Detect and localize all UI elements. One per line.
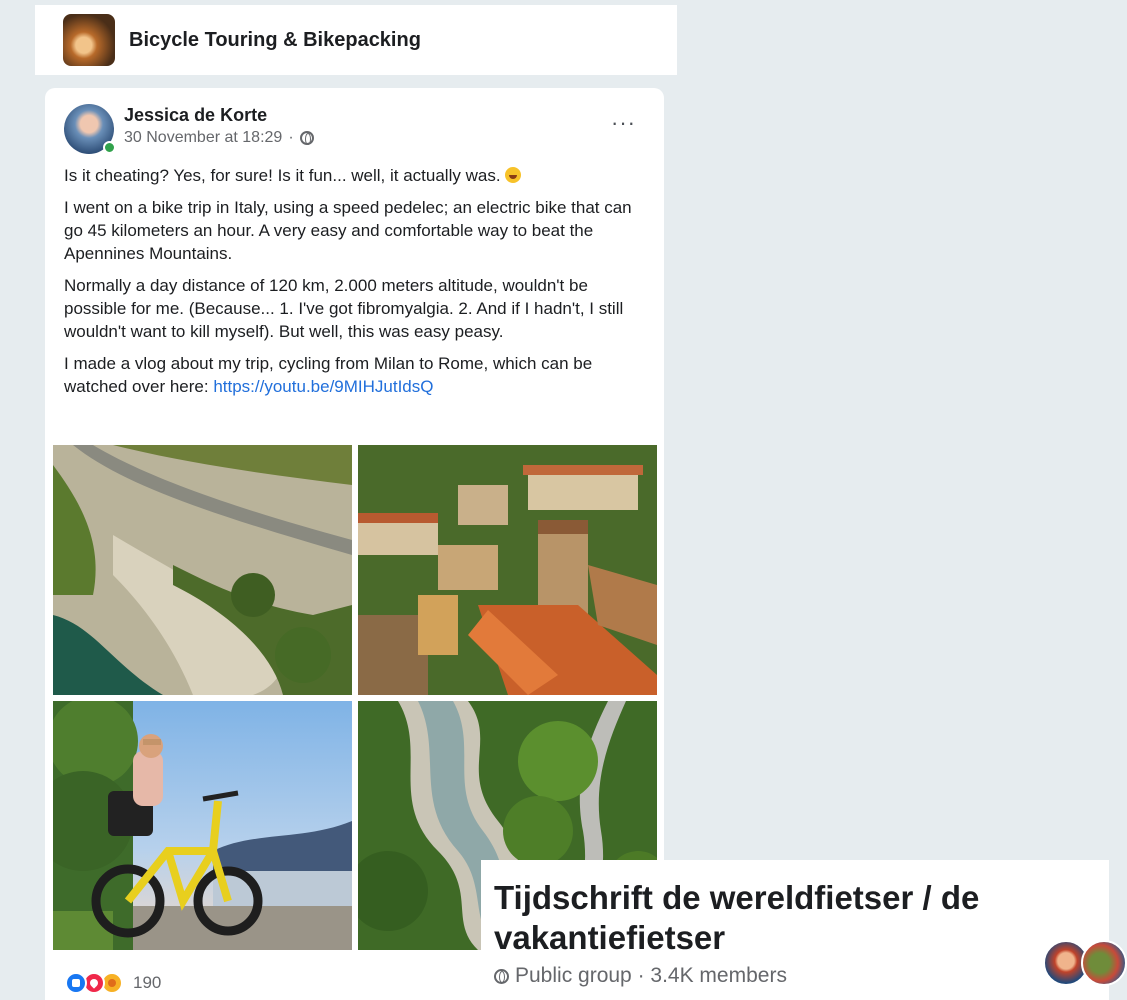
group-title[interactable]: Tijdschrift de wereldfietser / de vakant… bbox=[494, 878, 1054, 958]
post-paragraph: Is it cheating? Yes, for sure! Is it fun… bbox=[64, 164, 649, 187]
post-header: Jessica de Korte 30 November at 18:29 · … bbox=[45, 88, 664, 164]
photo-aerial-coastal-road[interactable] bbox=[53, 445, 352, 695]
group-meta: Public group · 3.4K members bbox=[494, 964, 787, 988]
video-link[interactable]: https://youtu.be/9MIHJutIdsQ bbox=[213, 377, 433, 396]
reaction-summary[interactable]: 190 bbox=[65, 972, 161, 994]
post-text: Is it cheating? Yes, for sure! Is it fun… bbox=[64, 164, 649, 407]
post-timestamp[interactable]: 30 November at 18:29 bbox=[124, 129, 282, 147]
globe-icon bbox=[299, 131, 314, 145]
author-name[interactable]: Jessica de Korte bbox=[124, 105, 267, 126]
avatar bbox=[1081, 940, 1127, 986]
more-options-icon[interactable]: ··· bbox=[611, 110, 636, 136]
online-status-icon bbox=[103, 141, 116, 154]
group-meta-text: Public group · 3.4K members bbox=[515, 964, 787, 987]
photo-aerial-hill-village[interactable] bbox=[358, 445, 657, 695]
post-paragraph: Normally a day distance of 120 km, 2.000… bbox=[64, 276, 624, 341]
post-paragraph: I went on a bike trip in Italy, using a … bbox=[64, 198, 632, 263]
grinning-emoji-icon bbox=[505, 167, 522, 183]
member-avatars[interactable] bbox=[1043, 940, 1127, 986]
meta-separator: · bbox=[288, 129, 294, 146]
reaction-count: 190 bbox=[133, 973, 162, 992]
like-reaction-icon bbox=[65, 972, 87, 994]
post-paragraph: I made a vlog about my trip, cycling fro… bbox=[64, 354, 593, 396]
globe-icon bbox=[494, 968, 509, 984]
group-name[interactable]: Bicycle Touring & Bikepacking bbox=[129, 29, 421, 52]
photo-cyclist-with-yellow-bike[interactable] bbox=[53, 701, 352, 950]
post-meta: 30 November at 18:29 · bbox=[124, 129, 314, 147]
group-header: Bicycle Touring & Bikepacking bbox=[35, 5, 677, 75]
group-photo-icon[interactable] bbox=[63, 14, 115, 66]
group-info-card: Tijdschrift de wereldfietser / de vakant… bbox=[481, 860, 1127, 1000]
